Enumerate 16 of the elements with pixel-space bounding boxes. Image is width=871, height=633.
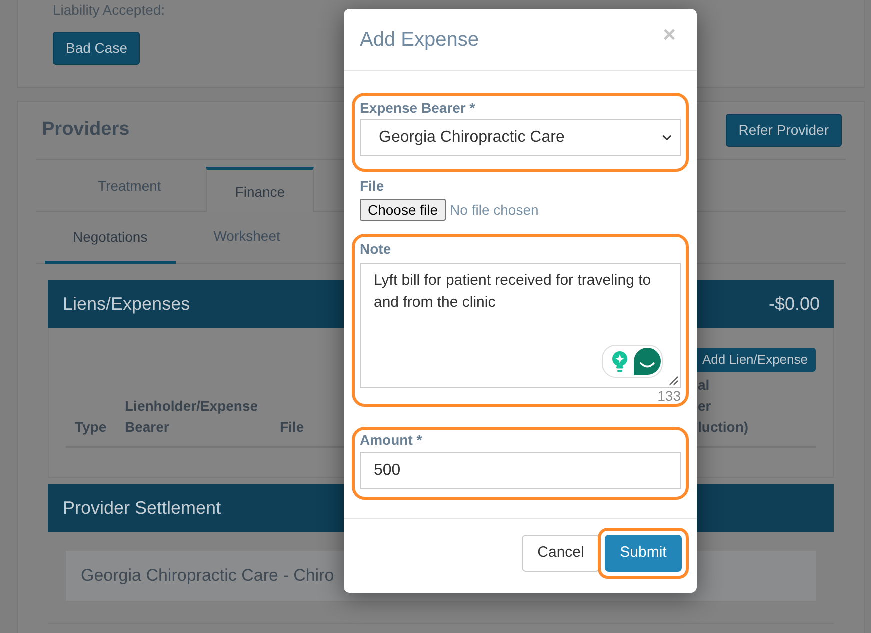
column-header: al er luction) [698,376,749,437]
field-label: Note [360,241,392,258]
column-header: Type [75,418,107,437]
column-header: File [280,418,304,437]
field-label: File [360,178,386,195]
column-header: Lienholder/Expense Bearer [125,397,258,437]
section-title: Liens/Expenses [63,292,190,316]
field-label: Liability Accepted: [53,2,166,19]
dialog-title: Add Expense [360,28,479,52]
field-label: Expense Bearer * [360,100,476,117]
character-counter: 133 [656,388,681,404]
section-title: Provider Settlement [63,496,222,520]
file-status: No file chosen [450,200,539,220]
field-label: Amount * [360,432,424,449]
total-amount: -$0.00 [768,292,820,316]
section-title: Providers [42,118,130,142]
